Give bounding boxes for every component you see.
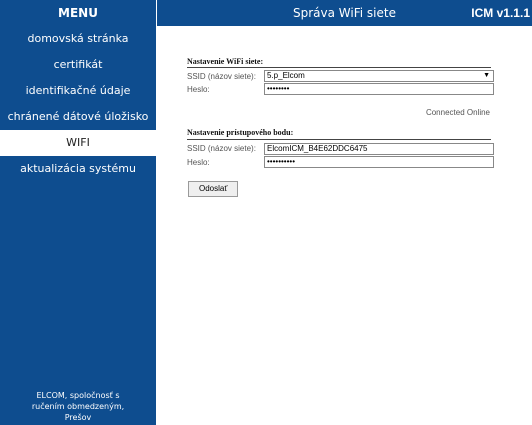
ap-ssid-label: SSID (názov siete): <box>187 144 256 153</box>
sidebar: MENU domovská stránka certifikát identif… <box>0 0 156 425</box>
wifi-ssid-select[interactable]: 5.p_Elcom ▼ <box>264 70 494 82</box>
menu-title: MENU <box>58 6 98 20</box>
sidebar-item-wifi[interactable]: WIFI <box>0 130 156 156</box>
sidebar-item-secure-storage[interactable]: chránené dátové úložisko <box>0 104 156 130</box>
connection-status: Connected Online <box>425 108 490 117</box>
company-footer: ELCOM, spoločnosť s ručením obmedzeným, … <box>0 390 156 425</box>
wifi-section-divider <box>187 67 491 68</box>
main-content: Nastavenie WiFi siete: SSID (názov siete… <box>157 26 532 425</box>
sidebar-item-home[interactable]: domovská stránka <box>0 26 156 52</box>
submit-button[interactable]: Odoslať <box>188 181 239 197</box>
footer-line: ručením obmedzeným, <box>31 402 125 411</box>
sidebar-item-certificate[interactable]: certifikát <box>0 52 156 78</box>
wifi-ssid-value: 5.p_Elcom <box>267 71 305 80</box>
sidebar-item-system-update[interactable]: aktualizácia systému <box>0 156 156 182</box>
ap-password-field[interactable]: •••••••••• <box>264 156 494 168</box>
ap-section-title: Nastavenie prístupového bodu: <box>187 128 294 137</box>
page-header: Správa WiFi siete ICM v1.1.1 <box>157 0 532 26</box>
wifi-section-title: Nastavenie WiFi siete: <box>187 57 264 66</box>
version-label: ICM v1.1.1 <box>471 6 530 20</box>
ap-ssid-field[interactable]: ElcomICM_B4E62DDC6475 <box>264 143 494 155</box>
footer-line: Prešov <box>64 413 92 422</box>
wifi-password-label: Heslo: <box>187 85 210 94</box>
ap-password-label: Heslo: <box>187 158 210 167</box>
ap-section-divider <box>187 139 491 140</box>
wifi-password-field[interactable]: •••••••• <box>264 83 494 95</box>
wifi-ssid-label: SSID (názov siete): <box>187 72 256 81</box>
sidebar-item-identification[interactable]: identifikačné údaje <box>0 78 156 104</box>
chevron-down-icon: ▼ <box>483 72 490 79</box>
footer-line: ELCOM, spoločnosť s <box>36 391 120 400</box>
